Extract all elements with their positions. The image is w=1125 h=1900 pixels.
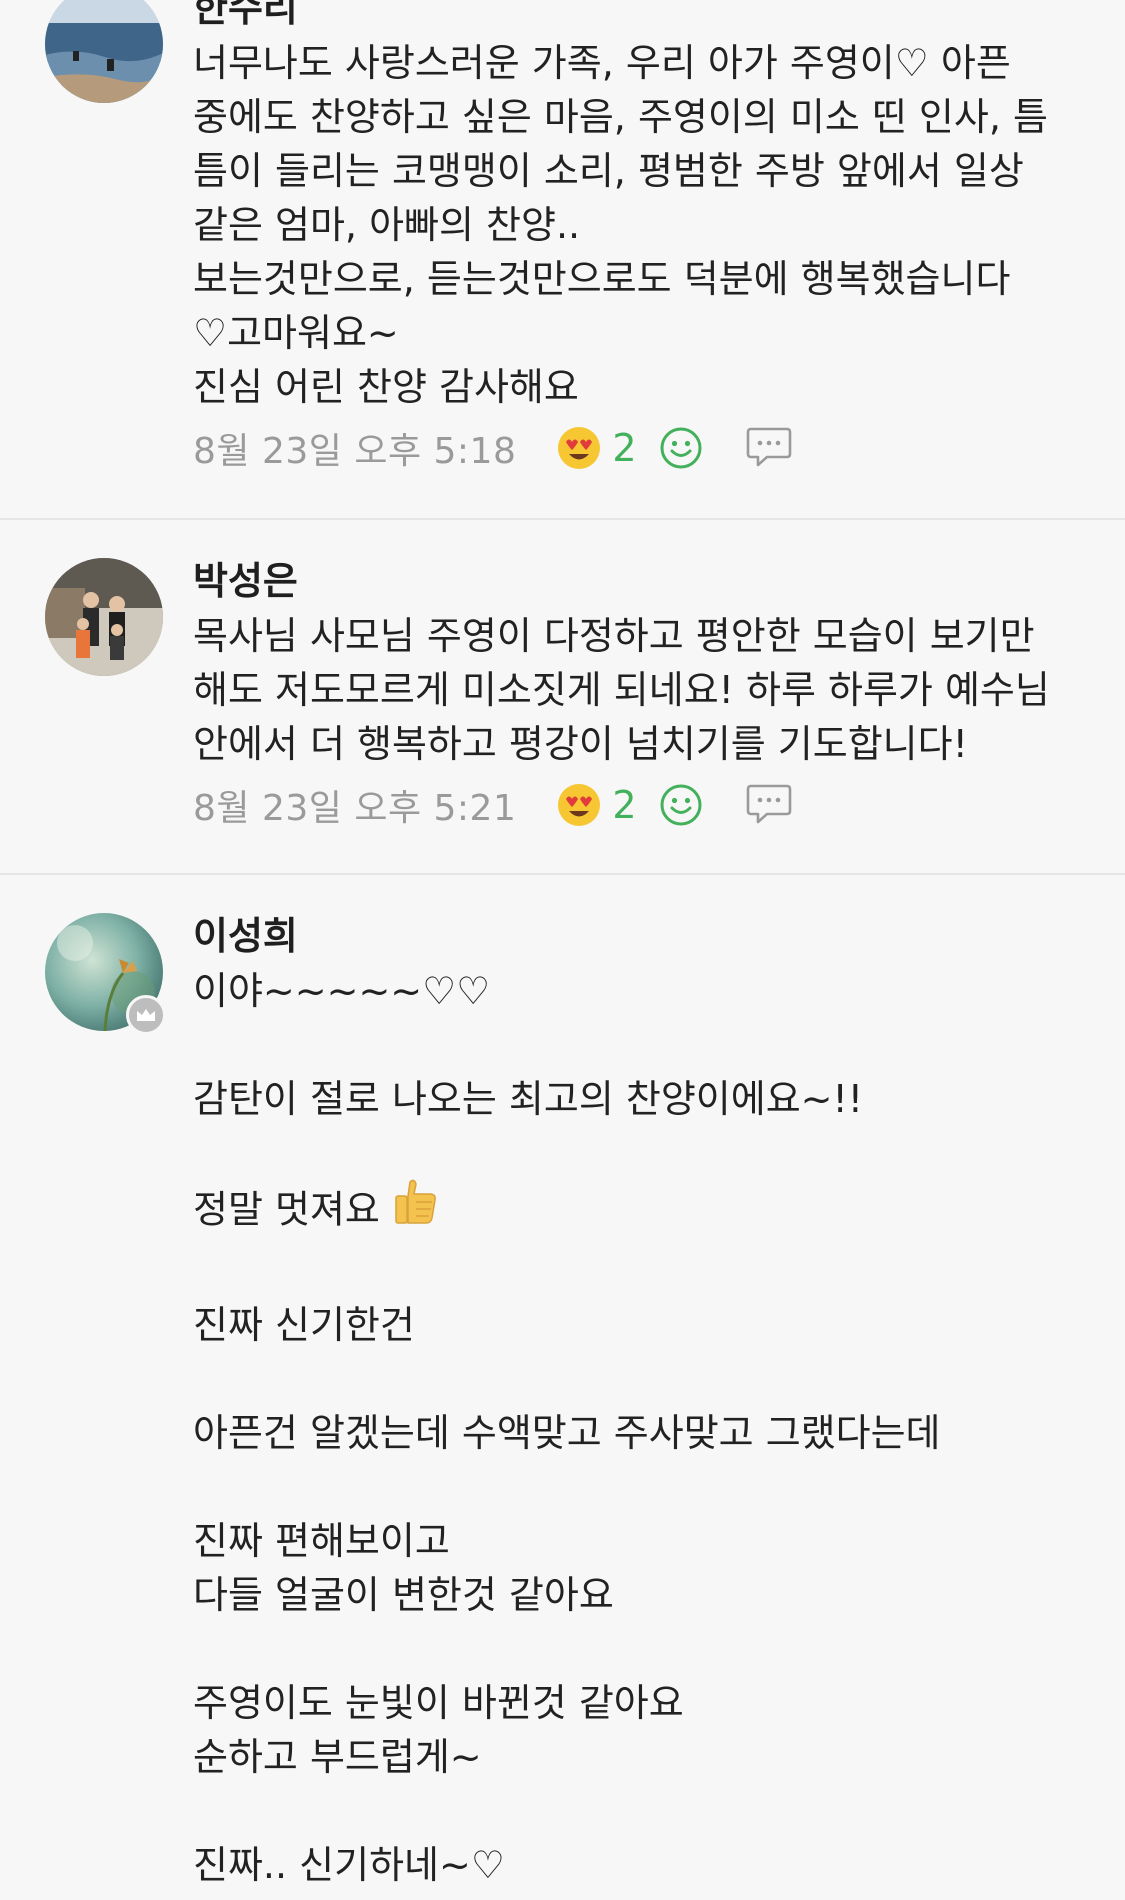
heart-eyes-emoji-icon [558,784,601,826]
speech-bubble-icon [746,427,791,467]
comment-text: 목사님 사모님 주영이 다정하고 평안한 모습이 보기만 해도 저도모르게 미소… [193,614,1050,766]
comment-text: 이야~~~~~♡♡ 감탄이 절로 나오는 최고의 찬양이에요~!! 정말 멋져요… [193,964,1095,1892]
speech-bubble-icon [746,784,791,824]
reaction-count: 2 [612,426,637,470]
comment-meta: 8월 23일 오후 5:21 2 [193,775,1095,835]
avatar[interactable] [45,0,163,103]
comment-author[interactable]: 이성희 [193,910,1095,962]
reaction-count: 2 [612,783,637,827]
comment-author[interactable]: 박성은 [193,555,1095,607]
comment-meta: 8월 23일 오후 5:18 2 [193,418,1095,478]
thumbs-up-emoji-icon [392,1176,438,1240]
add-reaction-button[interactable] [659,426,703,470]
comment-item: 박성은 목사님 사모님 주영이 다정하고 평안한 모습이 보기만 해도 저도모르… [0,520,1125,875]
smiley-icon [660,427,702,469]
crown-icon [137,1009,155,1021]
reply-button[interactable] [745,782,793,828]
heart-eyes-emoji-icon [558,427,601,469]
comment-date: 8월 23일 오후 5:21 [193,788,517,829]
comment-item: 이성희 이야~~~~~♡♡ 감탄이 절로 나오는 최고의 찬양이에요~!! 정말… [0,875,1125,1900]
avatar[interactable] [45,558,163,676]
add-reaction-button[interactable] [659,783,703,827]
comment-item: 한수리 너무나도 사랑스러운 가족, 우리 아가 주영이♡ 아픈 중에도 찬양하… [0,0,1125,520]
comment-text-part: 이야~~~~~♡♡ 감탄이 절로 나오는 최고의 찬양이에요~!! 정말 멋져요 [193,969,863,1232]
comment-author[interactable]: 한수리 [193,0,1095,34]
smiley-icon [660,784,702,826]
reply-button[interactable] [745,425,793,471]
reaction-summary[interactable]: 2 [556,425,637,471]
reaction-summary[interactable]: 2 [556,782,637,828]
comment-text: 너무나도 사랑스러운 가족, 우리 아가 주영이♡ 아픈 중에도 찬양하고 싶은… [193,41,1048,409]
comment-text-part: 진짜 신기한건 아픈건 알겠는데 수액맞고 주사맞고 그랬다는데 진짜 편해보이… [193,1303,941,1887]
crown-badge [126,995,166,1035]
comment-date: 8월 23일 오후 5:18 [193,431,517,472]
